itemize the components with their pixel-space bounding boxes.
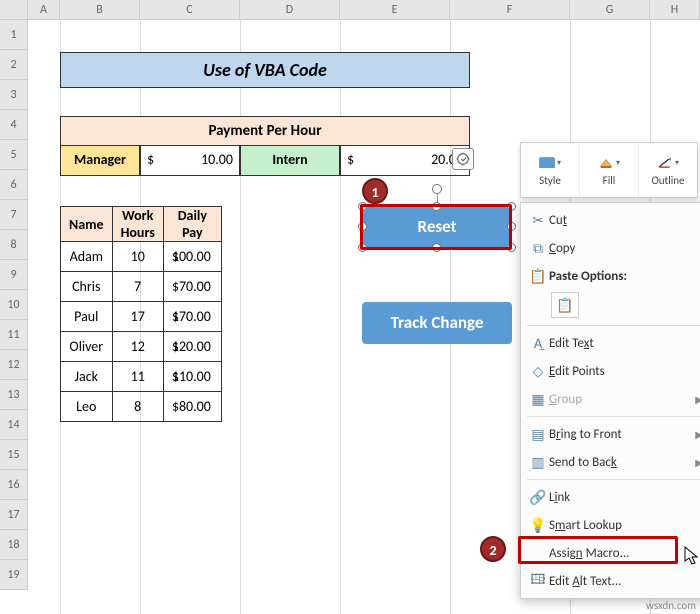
edit-points-icon: ◇	[527, 363, 549, 380]
menu-paste-options-label: 📋 Paste Options:	[521, 262, 700, 290]
reset-button[interactable]: Reset	[362, 206, 512, 248]
menu-cut[interactable]: ✂ Cut	[521, 206, 700, 234]
th-work-hours[interactable]: Work Hours	[112, 207, 163, 242]
style-icon: ▾	[539, 154, 561, 172]
mini-toolbar-style[interactable]: ▾ Style	[521, 143, 580, 197]
menu-send-to-back[interactable]: ▥ Send to Back ▶	[521, 448, 700, 476]
manager-value[interactable]: $10.00	[140, 146, 240, 176]
alt-text-icon: 🖽	[527, 569, 549, 593]
menu-link[interactable]: 🔗 Link	[521, 483, 700, 511]
track-change-button[interactable]: Track Change	[362, 302, 512, 344]
fill-icon: ▾	[598, 154, 620, 172]
row-headers: 1 2 3 4 5 6 7 8 9 10 11 12 13 14 15 16 1…	[0, 20, 28, 590]
cut-icon: ✂	[527, 212, 549, 229]
bring-front-icon: ▤	[527, 426, 549, 443]
outline-icon: ▾	[657, 154, 679, 172]
th-daily-pay[interactable]: Daily Pay	[163, 207, 221, 242]
menu-bring-to-front[interactable]: ▤ Bring to Front ▶	[521, 420, 700, 448]
paste-icon: 📋	[527, 268, 549, 285]
table-row: Chris7$70.00	[61, 272, 222, 302]
mini-toolbar-outline[interactable]: ▾ Outline	[639, 143, 697, 197]
table-row: Jack11$110.00	[61, 362, 222, 392]
table-row: Leo8$80.00	[61, 392, 222, 422]
callout-badge-2: 2	[480, 536, 506, 562]
menu-smart-lookup[interactable]: 💡 Smart Lookup	[521, 511, 700, 539]
mini-toolbar: ▾ Style ▾ Fill ▾ Outline	[520, 142, 698, 198]
smart-tag-icon[interactable]	[452, 148, 474, 170]
intern-label[interactable]: Intern	[240, 146, 340, 176]
menu-edit-points[interactable]: ◇ Edit Points	[521, 357, 700, 385]
group-icon: ▦	[527, 391, 549, 408]
menu-edit-alt-text[interactable]: 🖽 Edit Alt Text...	[521, 567, 700, 595]
payment-per-hour-row: Manager $10.00 Intern $20.00	[60, 146, 470, 176]
smart-lookup-icon: 💡	[527, 517, 549, 534]
table-row: Paul17$170.00	[61, 302, 222, 332]
th-name[interactable]: Name	[61, 207, 113, 242]
paste-option-button[interactable]: 📋	[551, 292, 579, 318]
context-menu: ✂ Cut ⧉ Copy 📋 Paste Options: 📋 A̲ Edit …	[520, 202, 700, 599]
mini-toolbar-fill[interactable]: ▾ Fill	[580, 143, 639, 197]
callout-badge-1: 1	[362, 178, 388, 204]
menu-copy[interactable]: ⧉ Copy	[521, 234, 700, 262]
link-icon: 🔗	[527, 489, 549, 506]
menu-group: ▦ Group ▶	[521, 385, 700, 413]
manager-label[interactable]: Manager	[60, 146, 140, 176]
table-row: Adam10$100.00	[61, 242, 222, 272]
menu-edit-text[interactable]: A̲ Edit Text	[521, 329, 700, 357]
send-back-icon: ▥	[527, 454, 549, 471]
data-table: Name Work Hours Daily Pay Adam10$100.00 …	[60, 206, 222, 422]
column-headers: ABCDEFGH	[0, 0, 700, 20]
edit-text-icon: A̲	[527, 335, 549, 352]
intern-value[interactable]: $20.00	[340, 146, 470, 176]
title-cell[interactable]: Use of VBA Code	[60, 52, 470, 88]
menu-assign-macro[interactable]: Assign Macro...	[521, 539, 700, 567]
copy-icon: ⧉	[527, 240, 549, 257]
payment-per-hour-header[interactable]: Payment Per Hour	[60, 116, 470, 146]
paste-options-row: 📋	[521, 290, 700, 322]
table-row: Oliver12$120.00	[61, 332, 222, 362]
watermark: wsxdn.com	[646, 599, 696, 612]
